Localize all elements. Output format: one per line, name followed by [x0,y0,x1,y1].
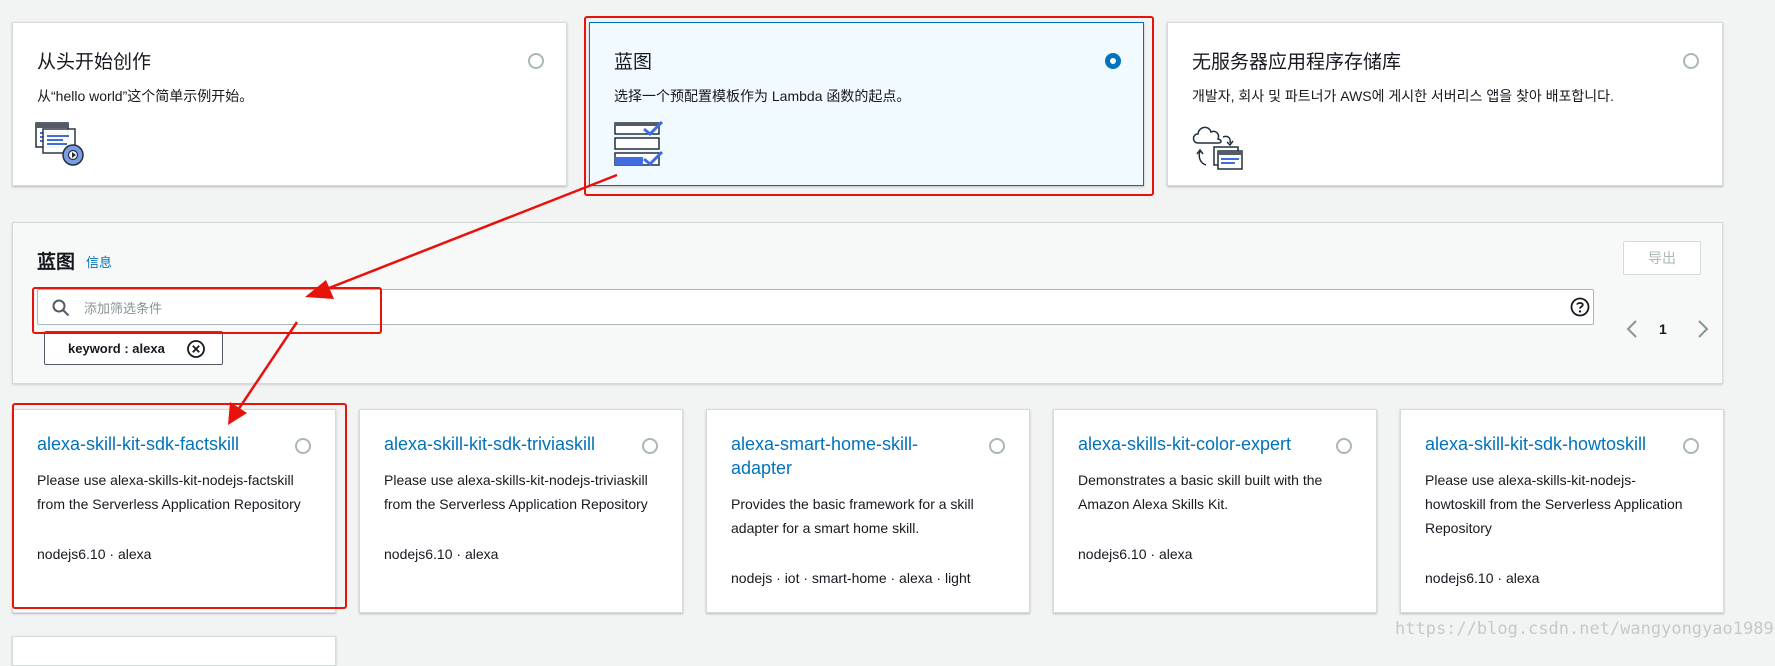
blueprint-card[interactable]: alexa-skill-kit-sdk-howtoskill Please us… [1400,409,1724,613]
filter-input[interactable] [82,294,1356,322]
option-title: 从头开始创作 [37,52,152,73]
next-page-icon[interactable] [1696,319,1710,339]
filter-search-box[interactable] [37,289,1594,325]
page-number[interactable]: 1 [1659,321,1667,337]
blueprint-tags: nodejs6.10 · alexa [1425,570,1540,586]
filter-token: keyword : alexa [44,331,223,365]
remove-filter-icon[interactable] [186,339,206,359]
info-link[interactable]: 信息 [86,252,112,271]
option-card-author-from-scratch[interactable]: 从头开始创作 从“hello world”这个简单示例开始。 [12,22,567,186]
blueprint-radio[interactable] [1336,438,1352,454]
blueprint-radio[interactable] [295,438,311,454]
panel-title: 蓝图 [37,252,76,273]
filter-token-label: keyword : alexa [68,341,165,356]
option-description: 개발자, 회사 및 파트너가 AWS에 게시한 서버리스 앱을 찾아 배포합니다… [1192,88,1614,104]
cloud-repository-icon [1192,126,1243,170]
blueprint-description: Please use alexa-skills-kit-nodejs-howto… [1425,472,1683,536]
blueprint-description: Please use alexa-skills-kit-nodejs-facts… [37,472,301,512]
code-gear-icon [35,122,84,166]
blueprint-card[interactable]: alexa-skills-kit-color-expert Demonstrat… [1053,409,1377,613]
blueprint-description: Please use alexa-skills-kit-nodejs-trivi… [384,472,648,512]
blueprint-card[interactable]: alexa-skill-kit-sdk-triviaskill Please u… [359,409,683,613]
blueprint-title[interactable]: alexa-skill-kit-sdk-howtoskill [1425,432,1675,456]
option-radio-author-from-scratch[interactable] [528,53,544,69]
blueprint-tags: nodejs6.10 · alexa [37,546,152,562]
option-description: 从“hello world”这个简单示例开始。 [37,88,254,104]
option-description: 选择一个预配置模板作为 Lambda 函数的起点。 [614,88,911,104]
watermark: https://blog.csdn.net/wangyongyao1989 [1395,619,1774,639]
option-radio-serverless-app-repository[interactable] [1683,53,1699,69]
option-card-blueprints[interactable]: 蓝图 选择一个预配置模板作为 Lambda 函数的起点。 [589,22,1144,186]
blueprint-card-partial[interactable] [12,636,336,666]
option-radio-blueprints[interactable] [1105,53,1121,69]
previous-page-icon[interactable] [1625,319,1639,339]
blueprint-tags: nodejs6.10 · alexa [1078,546,1193,562]
blueprint-title[interactable]: alexa-skill-kit-sdk-triviaskill [384,432,634,456]
blueprint-title[interactable]: alexa-smart-home-skill-adapter [731,432,951,480]
blueprints-panel: 蓝图 信息 导出 keyword : alexa 1 [12,222,1723,384]
blueprint-description: Demonstrates a basic skill built with th… [1078,472,1323,512]
option-card-serverless-app-repository[interactable]: 无服务器应用程序存储库 개발자, 회사 및 파트너가 AWS에 게시한 서버리스… [1167,22,1723,186]
option-title: 蓝图 [614,52,653,73]
option-title: 无服务器应用程序存储库 [1192,52,1402,73]
blueprint-title[interactable]: alexa-skill-kit-sdk-factskill [37,432,287,456]
search-icon [52,299,70,317]
blueprint-radio[interactable] [1683,438,1699,454]
blueprint-card[interactable]: alexa-skill-kit-sdk-factskill Please use… [12,409,336,613]
blueprint-description: Provides the basic framework for a skill… [731,496,974,536]
blueprint-card[interactable]: alexa-smart-home-skill-adapter Provides … [706,409,1030,613]
help-icon[interactable] [1570,297,1590,317]
blueprint-tags: nodejs6.10 · alexa [384,546,499,562]
blueprint-checklist-icon [614,121,664,167]
blueprint-radio[interactable] [642,438,658,454]
export-button[interactable]: 导出 [1623,241,1701,275]
blueprint-title[interactable]: alexa-skills-kit-color-expert [1078,432,1328,456]
blueprint-tags: nodejs · iot · smart-home · alexa · ligh… [731,570,971,586]
blueprint-radio[interactable] [989,438,1005,454]
